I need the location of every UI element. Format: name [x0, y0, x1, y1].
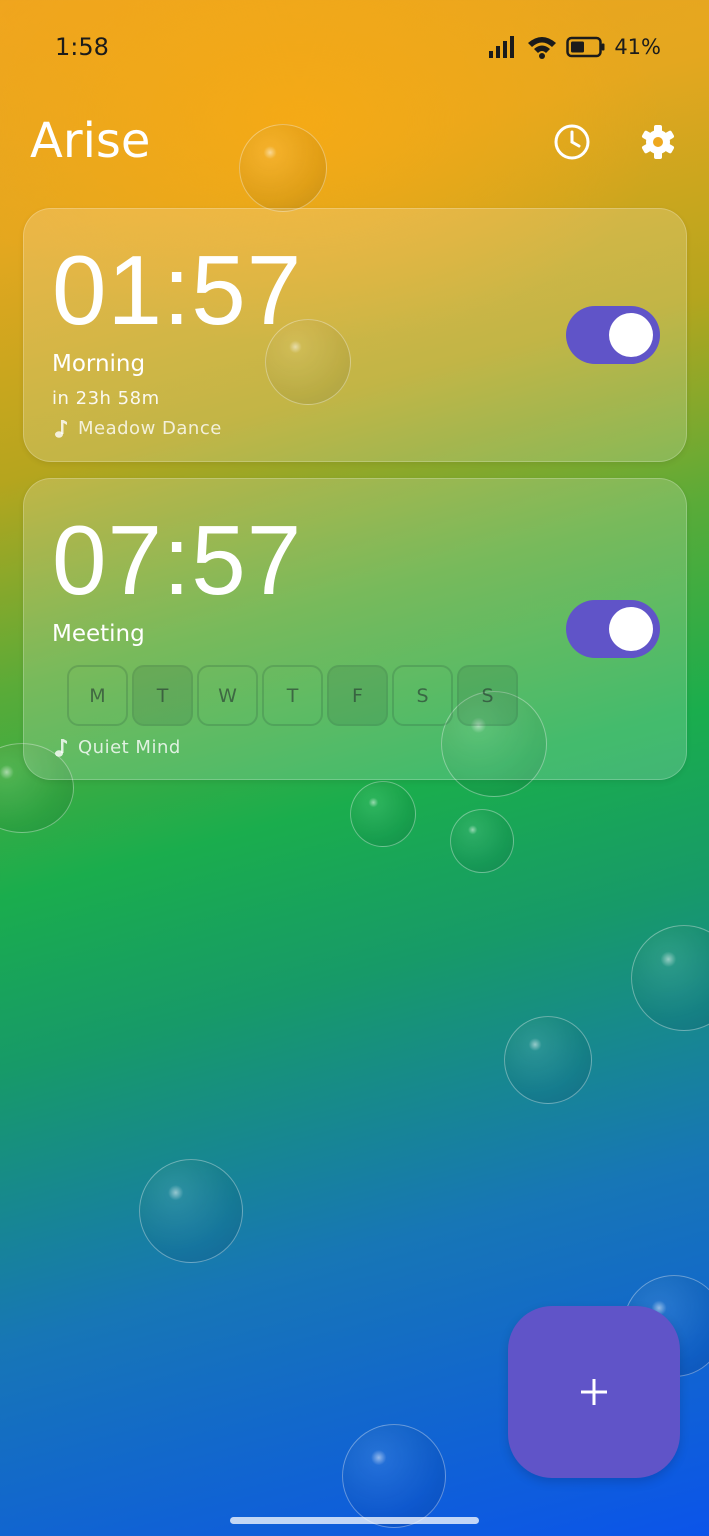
alarm-card[interactable]: 07:57 Meeting M T W T F S S Quiet Mind [23, 478, 687, 780]
alarm-sound-name: Meadow Dance [78, 418, 222, 439]
battery-percentage: 41% [614, 35, 661, 59]
music-note-icon [55, 419, 67, 438]
day-saturday[interactable]: S [392, 665, 453, 726]
alarm-countdown: in 23h 58m [52, 388, 160, 409]
day-thursday[interactable]: T [262, 665, 323, 726]
status-icons: 41% [488, 34, 661, 60]
bubble [342, 1424, 446, 1528]
music-note-icon [55, 738, 67, 757]
alarm-sound-name: Quiet Mind [78, 737, 181, 758]
home-indicator[interactable] [230, 1517, 479, 1524]
wifi-icon [528, 37, 557, 59]
bubble [504, 1016, 592, 1104]
app-title: Arise [30, 113, 151, 169]
alarm-sound: Meadow Dance [54, 418, 222, 439]
gear-icon[interactable] [638, 122, 678, 162]
bubble [450, 809, 514, 873]
alarm-label: Morning [52, 351, 146, 377]
signal-icon [489, 36, 515, 58]
bubble [631, 925, 709, 1031]
day-tuesday[interactable]: T [132, 665, 193, 726]
status-bar: 1:58 41% [0, 0, 709, 95]
day-friday[interactable]: F [327, 665, 388, 726]
alarm-toggle[interactable] [566, 306, 660, 364]
battery-icon [566, 36, 605, 58]
alarm-sound: Quiet Mind [54, 737, 181, 758]
alarm-time: 01:57 [52, 235, 303, 345]
toggle-knob [609, 313, 653, 357]
toggle-knob [609, 607, 653, 651]
alarm-card[interactable]: 01:57 Morning in 23h 58m Meadow Dance [23, 208, 687, 462]
alarm-time: 07:57 [52, 505, 303, 615]
bubble [350, 781, 416, 847]
status-time: 1:58 [55, 33, 109, 61]
history-clock-icon[interactable] [552, 122, 592, 162]
bubble [139, 1159, 243, 1263]
alarm-toggle[interactable] [566, 600, 660, 658]
weekday-selector: M T W T F S S [67, 665, 518, 726]
day-wednesday[interactable]: W [197, 665, 258, 726]
add-alarm-button[interactable] [508, 1306, 680, 1478]
day-monday[interactable]: M [67, 665, 128, 726]
day-sunday[interactable]: S [457, 665, 518, 726]
bubble [239, 124, 327, 212]
alarm-label: Meeting [52, 621, 145, 647]
plus-icon [581, 1379, 607, 1405]
